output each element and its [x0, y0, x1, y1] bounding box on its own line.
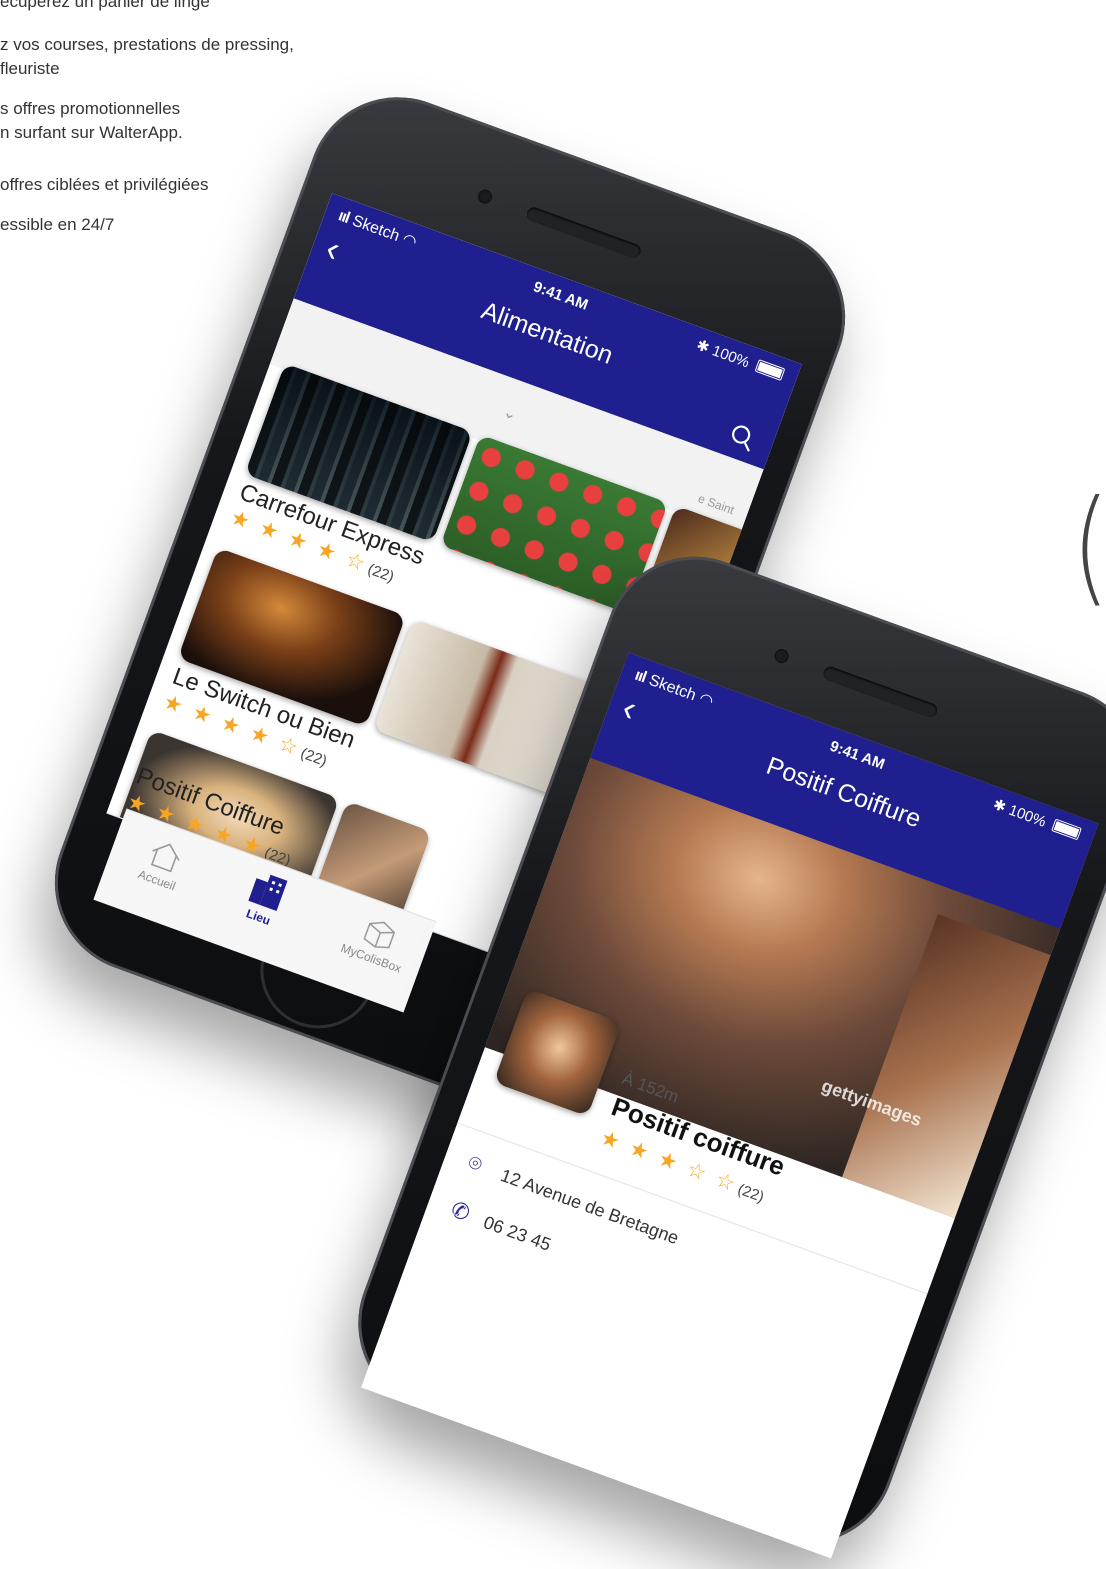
front-camera [772, 647, 791, 666]
phone-text: 06 23 45 [480, 1212, 554, 1255]
speaker-grille [821, 664, 940, 720]
review-count: (22) [298, 744, 330, 770]
marketing-line: n surfant sur WalterApp. [0, 123, 183, 142]
marketing-line: offres ciblées et privilégiées [0, 175, 209, 194]
chevron-down-icon[interactable]: ⌄ [500, 402, 519, 425]
decorative-bracket: ( [1072, 473, 1106, 619]
tab-accueil[interactable]: Accueil [122, 829, 205, 899]
phone-row[interactable]: ✆ 06 23 45 [447, 1196, 555, 1256]
front-camera [476, 187, 495, 206]
map-street-label: e Saint [696, 491, 737, 518]
speaker-grille [524, 205, 643, 260]
marketing-line: écupérez un panier de linge [0, 0, 210, 11]
review-count: (22) [735, 1180, 767, 1206]
search-icon[interactable] [724, 420, 759, 458]
marketing-line: essible en 24/7 [0, 215, 115, 234]
phone-icon: ✆ [447, 1196, 474, 1227]
tab-mycolisbox[interactable]: MyColisBox [326, 903, 427, 980]
review-count: (22) [365, 560, 397, 586]
tab-lieu[interactable]: Lieu [223, 862, 307, 936]
marketing-line: fleuriste [0, 59, 60, 78]
marketing-line: z vos courses, prestations de pressing, [0, 35, 294, 54]
marketing-line: s offres promotionnelles [0, 99, 181, 118]
battery-icon [1051, 818, 1082, 841]
location-pin-icon: ⌾ [464, 1149, 486, 1178]
